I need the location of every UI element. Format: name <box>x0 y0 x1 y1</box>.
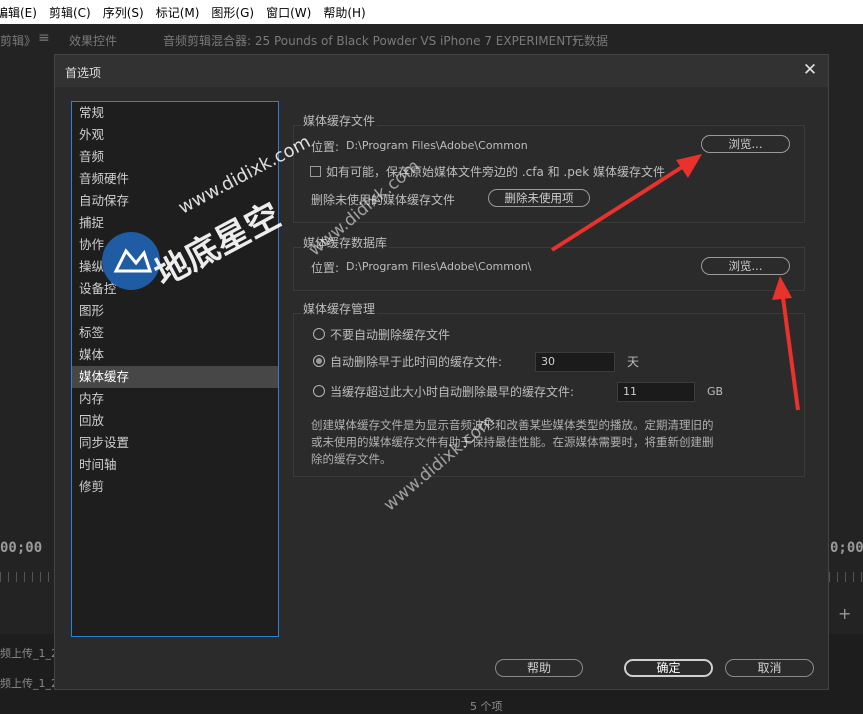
sidebar-item[interactable]: 图形 <box>72 300 278 322</box>
dialog-title: 首选项 <box>65 66 102 80</box>
days-input[interactable]: 30 <box>535 352 615 372</box>
preferences-category-list: 常规 外观 音频 音频硬件 自动保存 捕捉 协作 操纵 设备控 图形 标签 媒体 媒体缓存 内存 回放 同步设… <box>71 101 279 637</box>
tab-effect-controls[interactable]: 效果控件 <box>69 32 117 49</box>
preferences-dialog: 首选项 ✕ 常规 外观 音频 音频硬件 自动保存 捕捉 协作 操纵 设备控 图形 标签 媒体 媒体缓存内… <box>54 54 829 690</box>
menu-clip[interactable]: 剪辑(C) <box>43 4 97 21</box>
sidebar-item[interactable]: 外观 <box>72 124 278 146</box>
tab-source-partial[interactable]: 剪辑》 <box>0 32 36 49</box>
sidebar-item[interactable]: 媒体缓存 <box>72 366 278 388</box>
save-cache-beside-originals-checkbox[interactable] <box>310 166 321 177</box>
sidebar-item[interactable]: 内存 <box>72 388 278 410</box>
ruler-right <box>829 572 863 582</box>
cache-location-path: D:\Program Files\Adobe\Common <box>346 139 528 152</box>
save-cache-beside-originals-label: 如有可能，保存原始媒体文件旁边的 .cfa 和 .pek 媒体缓存文件 <box>326 165 666 179</box>
tab-audio-clip-mixer[interactable]: 音频剪辑混合器: 25 Pounds of Black Powder VS iP… <box>163 32 577 49</box>
menu-edit[interactable]: 编辑(E) <box>0 4 43 21</box>
project-item-1[interactable]: 频上传_1_2 <box>0 645 58 661</box>
menu-graphics[interactable]: 图形(G) <box>205 4 260 21</box>
db-location-label: 位置: <box>311 261 340 275</box>
sidebar-item[interactable]: 时间轴 <box>72 454 278 476</box>
sidebar-item[interactable]: 操纵 <box>72 256 278 278</box>
delete-when-exceeds-radio[interactable] <box>313 385 325 397</box>
media-cache-files-label: 媒体缓存文件 <box>301 112 378 129</box>
delete-older-than-label: 自动删除早于此时间的缓存文件: <box>330 355 503 369</box>
media-cache-db-label: 媒体缓存数据库 <box>301 234 390 251</box>
panel-tab-bar: 剪辑》 ≡ 效果控件 音频剪辑混合器: 25 Pounds of Black P… <box>0 24 863 54</box>
no-auto-delete-radio[interactable] <box>313 328 325 340</box>
sidebar-item[interactable]: 自动保存 <box>72 190 278 212</box>
size-gb-input[interactable]: 11 <box>617 382 695 402</box>
menu-help[interactable]: 帮助(H) <box>317 4 371 21</box>
sidebar-item[interactable]: 捕捉 <box>72 212 278 234</box>
media-cache-management-label: 媒体缓存管理 <box>301 300 378 317</box>
delete-when-exceeds-label: 当缓存超过此大小时自动删除最早的缓存文件: <box>330 385 575 399</box>
cancel-button[interactable]: 取消 <box>725 659 814 677</box>
size-unit: GB <box>707 385 724 398</box>
menu-bar: 编辑(E) 剪辑(C) 序列(S) 标记(M) 图形(G) 窗口(W) 帮助(H… <box>0 0 863 24</box>
menu-window[interactable]: 窗口(W) <box>260 4 317 21</box>
items-count: 5 个项 <box>470 700 503 713</box>
panel-menu-icon[interactable]: ≡ <box>38 30 50 46</box>
project-item-2[interactable]: 频上传_1_2 <box>0 675 58 691</box>
sidebar-item[interactable]: 设备控 <box>72 278 278 300</box>
dialog-titlebar: 首选项 ✕ <box>55 55 828 87</box>
sidebar-item[interactable]: 同步设置 <box>72 432 278 454</box>
days-unit: 天 <box>627 355 640 369</box>
browse-cache-files-button[interactable]: 浏览... <box>701 135 790 153</box>
help-button[interactable]: 帮助 <box>495 659 583 677</box>
ok-button[interactable]: 确定 <box>624 659 713 677</box>
menu-marker[interactable]: 标记(M) <box>150 4 206 21</box>
timecode-right: 0;00 <box>830 540 863 556</box>
ruler-left <box>0 572 54 582</box>
timecode-left: 00;00 <box>0 540 43 556</box>
cache-description: 创建媒体缓存文件是为显示音频波形和改善某些媒体类型的播放。定期清理旧的或未使用的… <box>311 418 714 466</box>
close-icon[interactable]: ✕ <box>800 60 820 80</box>
delete-older-than-radio[interactable] <box>313 355 325 367</box>
sidebar-item[interactable]: 音频 <box>72 146 278 168</box>
sidebar-item[interactable]: 媒体 <box>72 344 278 366</box>
sidebar-item[interactable]: 回放 <box>72 410 278 432</box>
sidebar-item[interactable]: 音频硬件 <box>72 168 278 190</box>
sidebar-item[interactable]: 协作 <box>72 234 278 256</box>
add-icon[interactable]: + <box>838 604 851 623</box>
sidebar-item[interactable]: 常规 <box>72 102 278 124</box>
delete-unused-label: 删除未使用的媒体缓存文件 <box>311 193 456 207</box>
delete-unused-button[interactable]: 删除未使用项 <box>488 189 590 207</box>
cache-location-label: 位置: <box>311 140 340 154</box>
browse-cache-db-button[interactable]: 浏览... <box>701 257 790 275</box>
menu-sequence[interactable]: 序列(S) <box>97 4 150 21</box>
db-location-path: D:\Program Files\Adobe\Common\ <box>346 260 532 273</box>
sidebar-item[interactable]: 标签 <box>72 322 278 344</box>
no-auto-delete-label: 不要自动删除缓存文件 <box>330 328 451 342</box>
sidebar-item[interactable]: 修剪 <box>72 476 278 498</box>
tab-metadata[interactable]: 元数据 <box>572 32 608 49</box>
